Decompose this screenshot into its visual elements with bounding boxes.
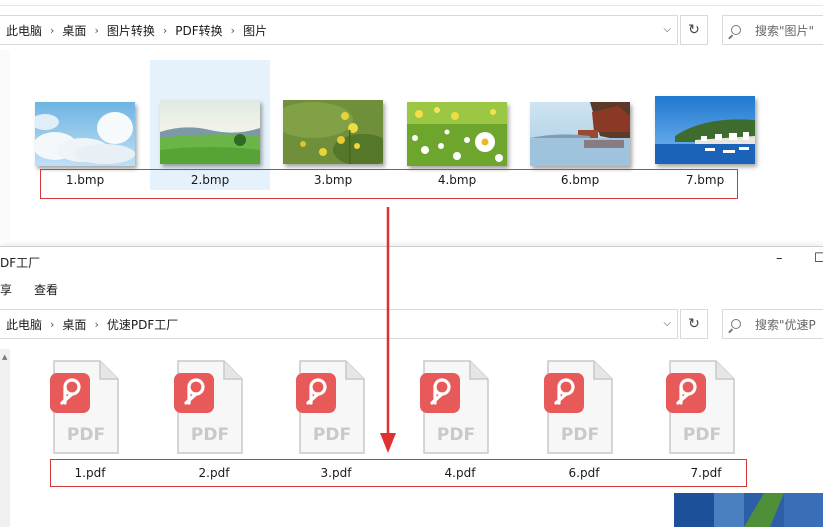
breadcrumb-separator-icon: › xyxy=(162,23,168,37)
image-thumbnail xyxy=(35,102,135,166)
maximize-button[interactable]: ☐ xyxy=(814,251,823,266)
breadcrumb-separator-icon: › xyxy=(50,23,55,37)
vertical-scrollbar[interactable] xyxy=(0,50,10,240)
breadcrumb-desktop[interactable]: 桌面 xyxy=(62,22,86,39)
file-item-2-pdf[interactable]: PDF 2.pdf xyxy=(164,359,264,480)
image-thumbnail xyxy=(655,96,755,164)
pdf-file-icon: PDF xyxy=(296,360,365,454)
pdf-badge-text: PDF xyxy=(561,425,599,445)
image-thumbnail xyxy=(283,100,383,164)
pdf-file-icon: PDF xyxy=(174,360,243,454)
highlight-box-pdfs xyxy=(50,459,747,487)
refresh-icon: ↻ xyxy=(688,316,700,332)
tab-view[interactable]: 查看 xyxy=(34,281,58,298)
image-thumbnail xyxy=(407,102,507,166)
breadcrumb-image-convert[interactable]: 图片转换 xyxy=(107,22,155,39)
breadcrumb-pictures[interactable]: 图片 xyxy=(243,22,267,39)
vertical-scrollbar[interactable]: ▲ xyxy=(0,349,10,527)
title-bar: DF工厂 – ☐ xyxy=(0,247,823,275)
search-placeholder: 搜索"优速P xyxy=(755,317,816,332)
chevron-down-icon[interactable]: ⌵ xyxy=(663,318,671,329)
breadcrumb-separator-icon: › xyxy=(230,23,236,37)
background-image-fragment xyxy=(674,493,823,527)
file-item-1-pdf[interactable]: PDF 1.pdf xyxy=(40,359,140,480)
file-item-6-pdf[interactable]: PDF 6.pdf xyxy=(534,359,634,480)
pdf-badge-text: PDF xyxy=(313,425,351,445)
breadcrumb-this-pc[interactable]: 此电脑 xyxy=(6,22,42,39)
conversion-arrow-icon xyxy=(380,207,396,453)
pdf-file-icon: PDF xyxy=(420,360,489,454)
address-row: 此电脑 › 桌面 › 优速PDF工厂 ⌵ ↻ 搜索"优速P xyxy=(0,309,823,339)
pdf-badge-text: PDF xyxy=(437,425,475,445)
refresh-icon: ↻ xyxy=(688,22,700,38)
image-thumbnail xyxy=(530,102,630,166)
address-row: 此电脑 › 桌面 › 图片转换 › PDF转换 › 图片 ⌵ ↻ 搜索"图片" xyxy=(0,15,823,45)
breadcrumb-desktop[interactable]: 桌面 xyxy=(62,316,86,333)
tab-share[interactable]: 享 xyxy=(0,281,12,298)
search-icon xyxy=(731,319,741,329)
minimize-button[interactable]: – xyxy=(776,251,783,266)
file-item-3-pdf[interactable]: PDF 3.pdf xyxy=(286,359,386,480)
breadcrumb-this-pc[interactable]: 此电脑 xyxy=(6,316,42,333)
pdf-badge-text: PDF xyxy=(191,425,229,445)
scroll-up-icon[interactable]: ▲ xyxy=(2,353,7,361)
breadcrumb-pdf-convert[interactable]: PDF转换 xyxy=(175,22,222,39)
file-item-7-pdf[interactable]: PDF 7.pdf xyxy=(656,359,756,480)
breadcrumb-separator-icon: › xyxy=(94,23,99,37)
address-bar[interactable]: 此电脑 › 桌面 › 优速PDF工厂 ⌵ xyxy=(0,309,678,339)
pdf-file-icon: PDF xyxy=(544,360,613,454)
pdf-badge-text: PDF xyxy=(67,425,105,445)
chevron-down-icon[interactable]: ⌵ xyxy=(663,24,671,35)
breadcrumb-separator-icon: › xyxy=(50,317,55,331)
image-thumbnail xyxy=(160,100,260,164)
pdf-file-icon: PDF xyxy=(50,360,119,454)
window-title: DF工厂 xyxy=(0,256,41,270)
address-bar[interactable]: 此电脑 › 桌面 › 图片转换 › PDF转换 › 图片 ⌵ xyxy=(0,15,678,45)
refresh-button[interactable]: ↻ xyxy=(680,309,708,339)
explorer-window-pictures: 此电脑 › 桌面 › 图片转换 › PDF转换 › 图片 ⌵ ↻ 搜索"图片" xyxy=(0,0,823,246)
refresh-button[interactable]: ↻ xyxy=(680,15,708,45)
ribbon-tabs: 享 查看 xyxy=(0,275,823,303)
search-input[interactable]: 搜索"优速P xyxy=(722,309,823,339)
pdf-badge-text: PDF xyxy=(683,425,721,445)
window-edge xyxy=(0,0,823,6)
highlight-box-images xyxy=(40,169,738,199)
pdf-file-icon: PDF xyxy=(666,360,735,454)
explorer-window-pdf-factory: DF工厂 – ☐ 享 查看 此电脑 › 桌面 › 优速PDF工厂 ⌵ ↻ 搜索"… xyxy=(0,246,823,527)
search-input[interactable]: 搜索"图片" xyxy=(722,15,823,45)
breadcrumb-separator-icon: › xyxy=(94,317,99,331)
file-item-4-pdf[interactable]: PDF 4.pdf xyxy=(410,359,510,480)
search-icon xyxy=(731,25,741,35)
breadcrumb-pdf-factory[interactable]: 优速PDF工厂 xyxy=(107,316,178,333)
search-placeholder: 搜索"图片" xyxy=(755,23,815,38)
